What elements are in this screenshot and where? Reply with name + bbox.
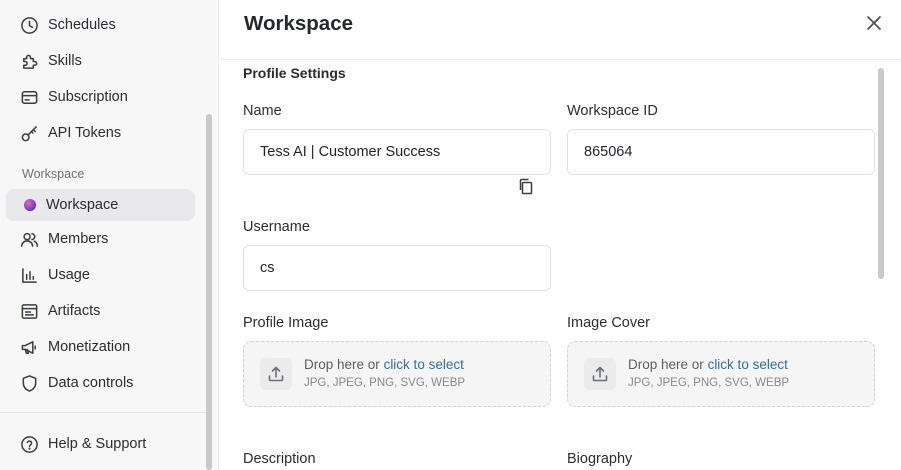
description-label: Description: [243, 451, 316, 467]
workspace-settings-panel: Workspace Profile Settings Name Tess AI …: [220, 0, 901, 470]
sidebar-item-schedules[interactable]: Schedules: [6, 9, 195, 41]
sidebar-item-label: Data controls: [48, 375, 134, 391]
close-button[interactable]: [864, 13, 884, 33]
profile-image-dropzone[interactable]: Drop here or click to select JPG, JPEG, …: [243, 341, 551, 407]
copy-icon[interactable]: [518, 178, 536, 196]
section-title: Profile Settings: [243, 65, 346, 81]
sidebar-section-label: Workspace: [22, 167, 85, 181]
dropzone-text: Drop here or click to select: [628, 357, 788, 372]
sidebar-item-label: Schedules: [48, 17, 116, 33]
sidebar-item-workspace[interactable]: Workspace: [6, 189, 195, 221]
click-to-select-link[interactable]: click to select: [708, 357, 788, 372]
bar-chart-icon: [19, 265, 39, 285]
workspace-avatar-icon: [24, 199, 36, 211]
dropzone-file-types: JPG, JPEG, PNG, SVG, WEBP: [628, 377, 790, 389]
sidebar-item-subscription[interactable]: Subscription: [6, 81, 195, 113]
close-icon: [867, 16, 881, 30]
workspace-id-field[interactable]: 865064: [567, 129, 875, 175]
sidebar-item-artifacts[interactable]: Artifacts: [6, 295, 195, 327]
username-input[interactable]: cs: [243, 245, 551, 291]
card-icon: [19, 87, 39, 107]
dropzone-prompt: Drop here or: [628, 357, 704, 372]
sidebar-item-usage[interactable]: Usage: [6, 259, 195, 291]
sidebar-item-monetization[interactable]: Monetization: [6, 331, 195, 363]
megaphone-icon: [19, 337, 39, 357]
name-label: Name: [243, 103, 282, 119]
panel-scrollbar[interactable]: [878, 68, 884, 279]
dropzone-prompt: Drop here or: [304, 357, 380, 372]
sidebar-item-skills[interactable]: Skills: [6, 45, 195, 77]
header-divider: [220, 59, 901, 60]
dropzone-file-types: JPG, JPEG, PNG, SVG, WEBP: [304, 377, 466, 389]
username-label: Username: [243, 219, 310, 235]
sidebar-item-label: Usage: [48, 267, 90, 283]
artifact-icon: [19, 301, 39, 321]
sidebar-scrollbar[interactable]: [206, 114, 212, 470]
image-cover-label: Image Cover: [567, 315, 651, 331]
upload-icon: [584, 358, 616, 390]
sidebar-item-label: Subscription: [48, 89, 128, 105]
sidebar-item-label: Members: [48, 231, 109, 247]
image-cover-dropzone[interactable]: Drop here or click to select JPG, JPEG, …: [567, 341, 875, 407]
sidebar-item-api-tokens[interactable]: API Tokens: [6, 117, 195, 149]
workspace-id-label: Workspace ID: [567, 103, 658, 119]
sidebar-item-label: Workspace: [46, 197, 119, 213]
dropzone-text: Drop here or click to select: [304, 357, 464, 372]
biography-label: Biography: [567, 451, 633, 467]
help-icon: [19, 434, 39, 454]
page-title: Workspace: [244, 12, 354, 35]
sidebar-item-data-controls[interactable]: Data controls: [6, 367, 195, 399]
sidebar-divider: [0, 412, 210, 413]
sidebar-item-label: API Tokens: [48, 125, 122, 141]
sidebar-item-label: Monetization: [48, 339, 131, 355]
name-input[interactable]: Tess AI | Customer Success: [243, 129, 551, 175]
sidebar-item-label: Skills: [48, 53, 82, 69]
upload-icon: [260, 358, 292, 390]
key-icon: [19, 123, 39, 143]
clock-icon: [19, 15, 39, 35]
sidebar-item-help[interactable]: Help & Support: [6, 428, 195, 460]
settings-sidebar: Schedules Skills Subscription API Tokens…: [0, 0, 219, 470]
sidebar-item-members[interactable]: Members: [6, 223, 195, 255]
sidebar-item-label: Help & Support: [48, 436, 147, 452]
click-to-select-link[interactable]: click to select: [384, 357, 464, 372]
shield-icon: [19, 373, 39, 393]
profile-image-label: Profile Image: [243, 315, 329, 331]
sidebar-item-label: Artifacts: [48, 303, 101, 319]
puzzle-icon: [19, 51, 39, 71]
users-icon: [19, 229, 39, 249]
